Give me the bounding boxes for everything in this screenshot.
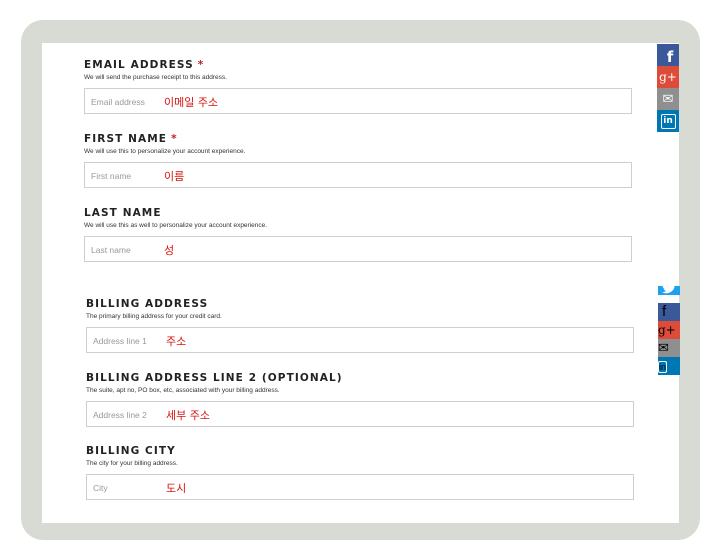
facebook-share-button[interactable]: f bbox=[657, 44, 679, 66]
address-line-2-input[interactable]: Address line 2 세부 주소 bbox=[86, 401, 634, 427]
twitter-icon bbox=[662, 286, 675, 294]
last-name-input[interactable]: Last name 성 bbox=[84, 236, 632, 262]
google-plus-icon: g+ bbox=[659, 70, 677, 84]
billing-city-field-group: BILLING CITY The city for your billing a… bbox=[86, 445, 634, 500]
linkedin-icon: in bbox=[660, 113, 676, 129]
linkedin-share-button[interactable]: in bbox=[658, 357, 680, 375]
linkedin-share-button[interactable]: in bbox=[657, 110, 679, 132]
email-share-button[interactable]: ✉ bbox=[657, 88, 679, 110]
field-help-text: We will use this as well to personalize … bbox=[84, 222, 268, 229]
field-help-text: We will send the purchase receipt to thi… bbox=[84, 74, 227, 81]
city-input[interactable]: City 도시 bbox=[86, 474, 634, 500]
field-label: FIRST NAME * bbox=[84, 133, 178, 145]
input-placeholder: Email address bbox=[91, 97, 145, 107]
email-field-group: EMAIL ADDRESS * We will send the purchase… bbox=[84, 59, 632, 114]
field-label: EMAIL ADDRESS * bbox=[84, 59, 205, 71]
billing-address-line-2-field-group: BILLING ADDRESS LINE 2 (OPTIONAL) The su… bbox=[86, 372, 634, 427]
checkout-form-page: EMAIL ADDRESS * We will send the purchase… bbox=[42, 43, 679, 523]
share-bar-bottom: f g+ ✉ in bbox=[658, 286, 680, 398]
field-help-text: The primary billing address for your cre… bbox=[86, 313, 222, 320]
required-marker: * bbox=[171, 133, 178, 145]
address-line-1-input[interactable]: Address line 1 주소 bbox=[86, 327, 634, 353]
korean-annotation: 주소 bbox=[166, 335, 187, 348]
email-icon: ✉ bbox=[658, 340, 669, 355]
first-name-field-group: FIRST NAME * We will use this to personal… bbox=[84, 133, 632, 188]
korean-annotation: 이메일 주소 bbox=[164, 96, 219, 109]
korean-annotation: 도시 bbox=[166, 482, 187, 495]
field-help-text: We will use this to personalize your acc… bbox=[84, 148, 246, 155]
linkedin-icon: in bbox=[658, 361, 668, 373]
email-input[interactable]: Email address 이메일 주소 bbox=[84, 88, 632, 114]
field-label: BILLING ADDRESS LINE 2 (OPTIONAL) bbox=[86, 372, 343, 384]
twitter-share-button[interactable] bbox=[658, 286, 680, 295]
korean-annotation: 이름 bbox=[164, 170, 185, 183]
field-label: BILLING CITY bbox=[86, 445, 176, 457]
last-name-field-group: LAST NAME We will use this as well to pe… bbox=[84, 207, 632, 262]
input-placeholder: Address line 2 bbox=[93, 410, 147, 420]
korean-annotation: 세부 주소 bbox=[166, 409, 210, 422]
google-plus-share-button[interactable]: g+ bbox=[658, 321, 680, 339]
input-placeholder: Address line 1 bbox=[93, 336, 147, 346]
required-marker: * bbox=[197, 59, 205, 71]
facebook-share-button[interactable]: f bbox=[658, 303, 680, 321]
field-label: BILLING ADDRESS bbox=[86, 298, 209, 310]
field-help-text: The suite, apt no, PO box, etc, associat… bbox=[86, 387, 280, 394]
billing-address-field-group: BILLING ADDRESS The primary billing addr… bbox=[86, 298, 634, 353]
facebook-icon: f bbox=[662, 303, 667, 320]
email-share-button[interactable]: ✉ bbox=[658, 339, 680, 357]
field-help-text: The city for your billing address. bbox=[86, 460, 178, 467]
input-placeholder: First name bbox=[91, 171, 132, 181]
input-placeholder: Last name bbox=[91, 245, 131, 255]
email-icon: ✉ bbox=[662, 91, 674, 107]
first-name-input[interactable]: First name 이름 bbox=[84, 162, 632, 188]
facebook-icon: f bbox=[666, 48, 674, 66]
google-plus-icon: g+ bbox=[658, 323, 676, 337]
google-plus-share-button[interactable]: g+ bbox=[657, 66, 679, 88]
korean-annotation: 성 bbox=[164, 244, 175, 257]
share-bar-top: f g+ ✉ in bbox=[657, 44, 679, 132]
field-label: LAST NAME bbox=[84, 207, 162, 219]
input-placeholder: City bbox=[93, 483, 108, 493]
